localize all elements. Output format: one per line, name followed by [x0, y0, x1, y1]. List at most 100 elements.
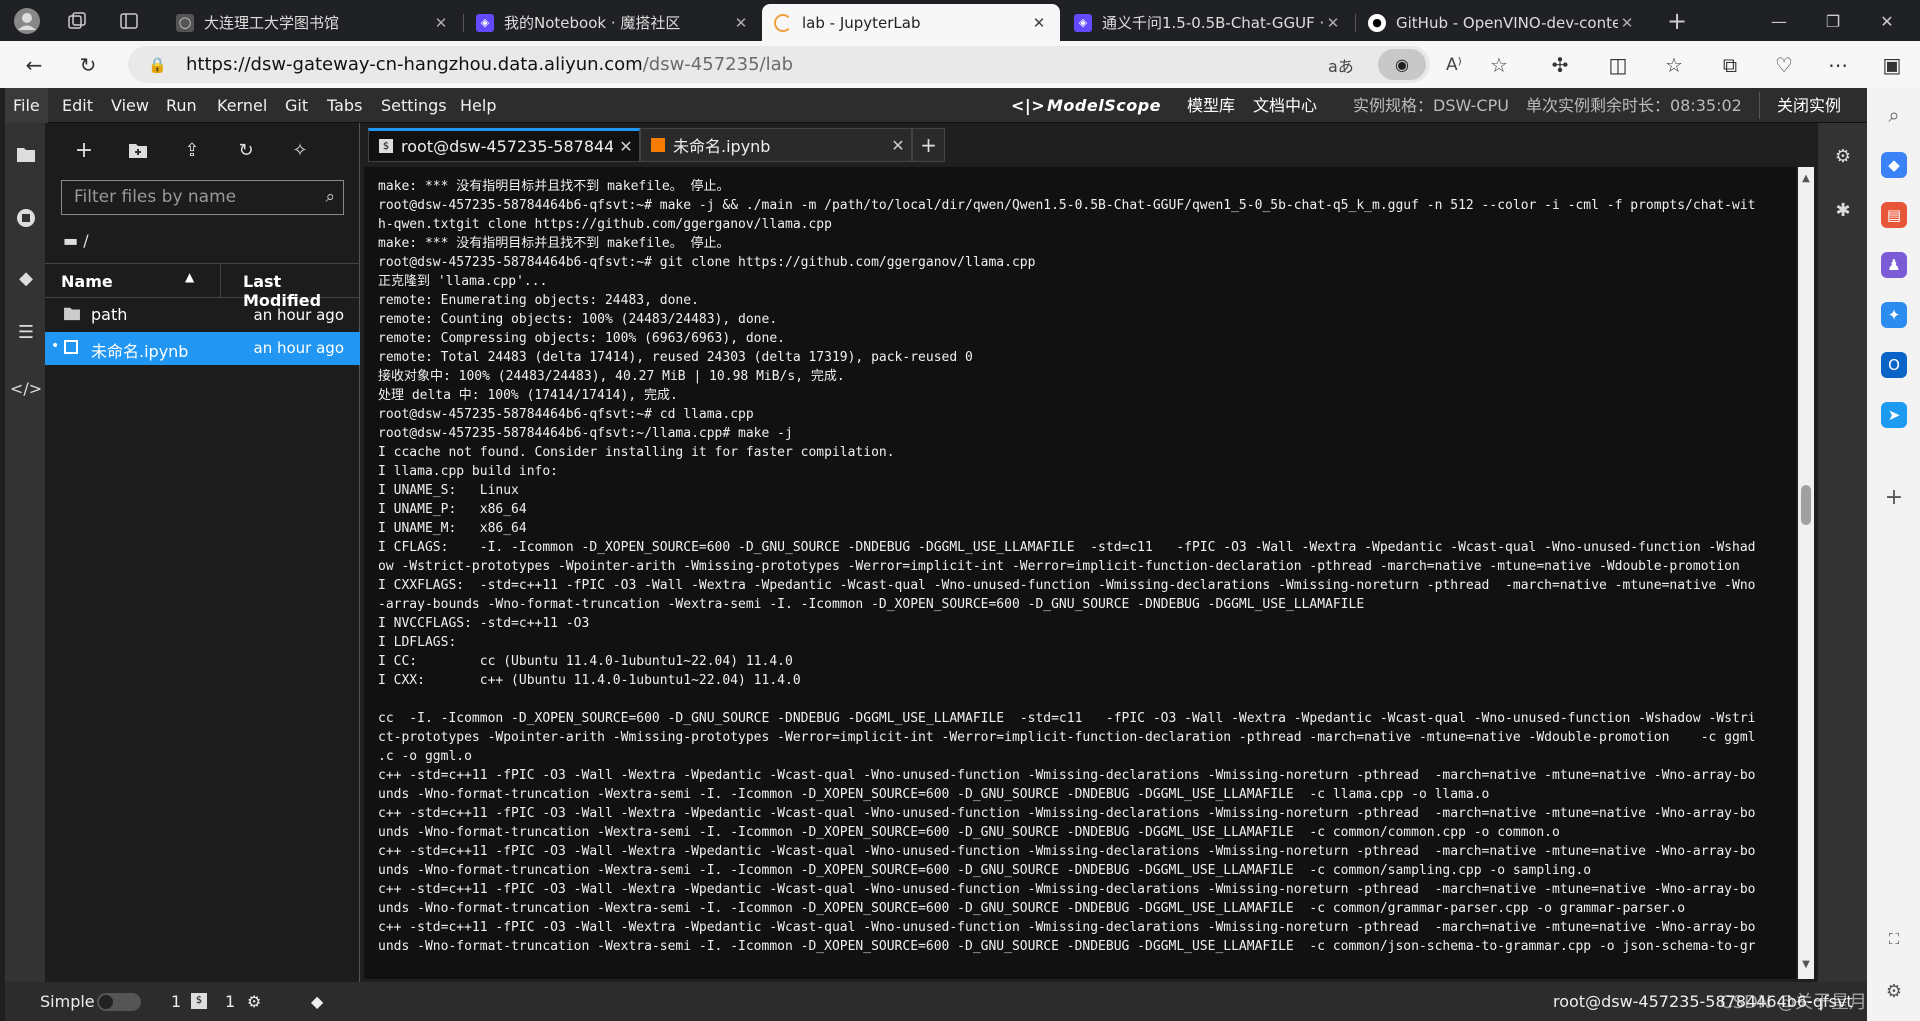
restore-icon[interactable]: ❐	[1818, 6, 1848, 36]
add-icon[interactable]: +	[1881, 484, 1907, 510]
close-instance-button[interactable]: 关闭实例	[1777, 88, 1841, 123]
menu-run[interactable]: Run	[166, 88, 197, 123]
refresh-icon[interactable]: ↻	[74, 51, 102, 79]
send-icon[interactable]: ➤	[1881, 402, 1907, 428]
menu-kernel[interactable]: Kernel	[217, 88, 267, 123]
menu-edit[interactable]: Edit	[62, 88, 93, 123]
menu-help[interactable]: Help	[460, 88, 496, 123]
outlook-icon[interactable]: O	[1881, 352, 1907, 378]
terminal-output[interactable]: make: *** 没有指明目标并且找不到 makefile。 停止。 root…	[364, 167, 1796, 956]
settings-gear-icon[interactable]: ⚙	[1881, 978, 1907, 1004]
tab-terminal[interactable]: $ root@dsw-457235-58784464 ✕	[368, 128, 640, 162]
read-aloud-icon[interactable]: A⁾	[1446, 55, 1462, 75]
new-launcher-icon[interactable]: +	[71, 137, 97, 163]
screenshot-icon[interactable]: ⛶	[1881, 926, 1907, 952]
sidebar-toggle-icon[interactable]: ▣	[1878, 51, 1906, 79]
menu-file[interactable]: File	[5, 88, 48, 123]
collections-icon[interactable]: ⧉	[1716, 51, 1744, 79]
file-row-path[interactable]: path an hour ago	[45, 299, 360, 332]
close-icon[interactable]: ✕	[1618, 14, 1636, 32]
close-icon[interactable]: ✕	[732, 14, 750, 32]
close-icon[interactable]: ✕	[613, 137, 639, 156]
browser-essentials-icon[interactable]: ♡	[1770, 51, 1798, 79]
browser-tab-library[interactable]: ◯ 大连理工大学图书馆 ✕	[164, 4, 462, 41]
favorite-star-icon[interactable]: ☆	[1490, 53, 1508, 77]
shopping-tag-icon[interactable]: ◆	[1881, 152, 1907, 178]
workspaces-icon[interactable]	[64, 8, 90, 34]
refresh-icon[interactable]: ↻	[233, 137, 259, 163]
read-aloud-translate-icon[interactable]: aあ	[1328, 53, 1354, 77]
column-name[interactable]: Name	[61, 272, 113, 291]
dock-tab-bar: $ root@dsw-457235-58784464 ✕ 未命名.ipynb ✕…	[360, 123, 1818, 162]
search-icon[interactable]: ⌕	[1881, 102, 1907, 128]
debugger-bug-icon[interactable]: ✱	[1830, 197, 1856, 223]
breadcrumb[interactable]: ▬ /	[63, 231, 89, 250]
model-library-link[interactable]: 模型库	[1187, 88, 1235, 123]
terminal-scrollbar[interactable]: ▲ ▼	[1798, 167, 1814, 979]
tab-notebook[interactable]: 未命名.ipynb ✕	[640, 128, 912, 162]
menu-git[interactable]: Git	[285, 88, 308, 123]
more-menu-icon[interactable]: ⋯	[1824, 51, 1852, 79]
sort-ascending-icon[interactable]: ▲	[185, 270, 194, 284]
file-browser: + ⇪ ↻ ✧ Filter files by name ⌕ ▬ / Name …	[45, 123, 360, 982]
url-text[interactable]: https://dsw-gateway-cn-hangzhou.data.ali…	[186, 54, 793, 75]
tools-briefcase-icon[interactable]: ▤	[1881, 202, 1907, 228]
github-icon: ●	[1368, 13, 1386, 32]
upload-icon[interactable]: ⇪	[179, 137, 205, 163]
scrollbar-thumb[interactable]	[1801, 485, 1811, 525]
close-icon[interactable]: ✕	[1324, 14, 1342, 32]
lock-icon[interactable]: 🔒	[148, 56, 167, 74]
browser-tab-qwen[interactable]: ◈ 通义千问1.5-0.5B-Chat-GGUF · 模 ✕	[1062, 4, 1354, 41]
scroll-up-icon[interactable]: ▲	[1798, 173, 1814, 184]
add-tab-icon[interactable]: +	[912, 128, 945, 162]
git-icon[interactable]: ◆	[13, 265, 39, 291]
new-folder-icon[interactable]	[125, 137, 151, 163]
extensions-icon[interactable]: ✣	[1546, 51, 1574, 79]
simple-mode-toggle[interactable]	[97, 993, 141, 1011]
address-toolbar: ← ↻ 🔒 https://dsw-gateway-cn-hangzhou.da…	[0, 41, 1920, 88]
code-icon[interactable]: </>	[10, 375, 42, 401]
close-icon[interactable]: ✕	[885, 136, 911, 155]
right-sidebar: ⚙ ✱	[1818, 123, 1867, 982]
folder-icon[interactable]	[13, 141, 39, 167]
menu-tabs[interactable]: Tabs	[327, 88, 362, 123]
terminal-status-icon[interactable]: $	[191, 993, 207, 1009]
modelscope-logo[interactable]: <|> ModelScope	[1011, 88, 1161, 123]
instance-spec: 实例规格：DSW-CPU	[1353, 96, 1509, 115]
breadcrumb-root[interactable]: /	[83, 231, 88, 250]
minimize-icon[interactable]: —	[1764, 6, 1794, 36]
browser-tab-notebook[interactable]: ◈ 我的Notebook · 魔搭社区 ✕	[464, 4, 762, 41]
split-screen-icon[interactable]: ◫	[1604, 51, 1632, 79]
menu-view[interactable]: View	[111, 88, 149, 123]
scroll-down-icon[interactable]: ▼	[1798, 959, 1814, 970]
table-of-contents-icon[interactable]: ☰	[13, 319, 39, 345]
kernel-count[interactable]: 1	[171, 992, 181, 1011]
back-icon[interactable]: ←	[20, 51, 48, 79]
menu-settings[interactable]: Settings	[381, 88, 447, 123]
close-icon[interactable]: ✕	[1030, 14, 1048, 32]
notebook-icon	[651, 138, 665, 152]
browser-tab-jupyterlab[interactable]: lab - JupyterLab ✕	[762, 4, 1060, 41]
address-bar[interactable]: 🔒 https://dsw-gateway-cn-hangzhou.data.a…	[128, 46, 1508, 83]
copilot-icon[interactable]: ✦	[1881, 302, 1907, 328]
modelscope-icon: ◈	[476, 13, 494, 32]
terminal-count[interactable]: 1	[225, 992, 235, 1011]
close-icon[interactable]: ✕	[432, 14, 450, 32]
running-stop-icon[interactable]	[13, 205, 39, 231]
tab-actions-icon[interactable]	[116, 8, 142, 34]
git-status-icon[interactable]: ◆	[311, 992, 323, 1011]
property-inspector-gear-icon[interactable]: ⚙	[1830, 143, 1856, 169]
favorites-icon[interactable]: ☆	[1660, 51, 1688, 79]
terminal-panel[interactable]: make: *** 没有指明目标并且找不到 makefile。 停止。 root…	[364, 167, 1796, 979]
file-row-notebook[interactable]: • 未命名.ipynb an hour ago	[45, 332, 360, 365]
window-close-icon[interactable]: ✕	[1872, 6, 1902, 36]
cpu-chip-icon[interactable]: ⚙	[247, 992, 261, 1011]
profile-avatar-icon[interactable]	[12, 6, 42, 36]
file-filter-input[interactable]: Filter files by name ⌕	[61, 180, 344, 215]
browser-tab-github[interactable]: ● GitHub - OpenVINO-dev-contes ✕	[1356, 4, 1648, 41]
git-clone-icon[interactable]: ✧	[287, 137, 313, 163]
docs-center-link[interactable]: 文档中心	[1253, 88, 1317, 123]
tracking-prevention-icon[interactable]: ◉	[1378, 49, 1426, 80]
new-tab-icon[interactable]: +	[1662, 6, 1692, 36]
games-icon[interactable]: ♟	[1881, 252, 1907, 278]
